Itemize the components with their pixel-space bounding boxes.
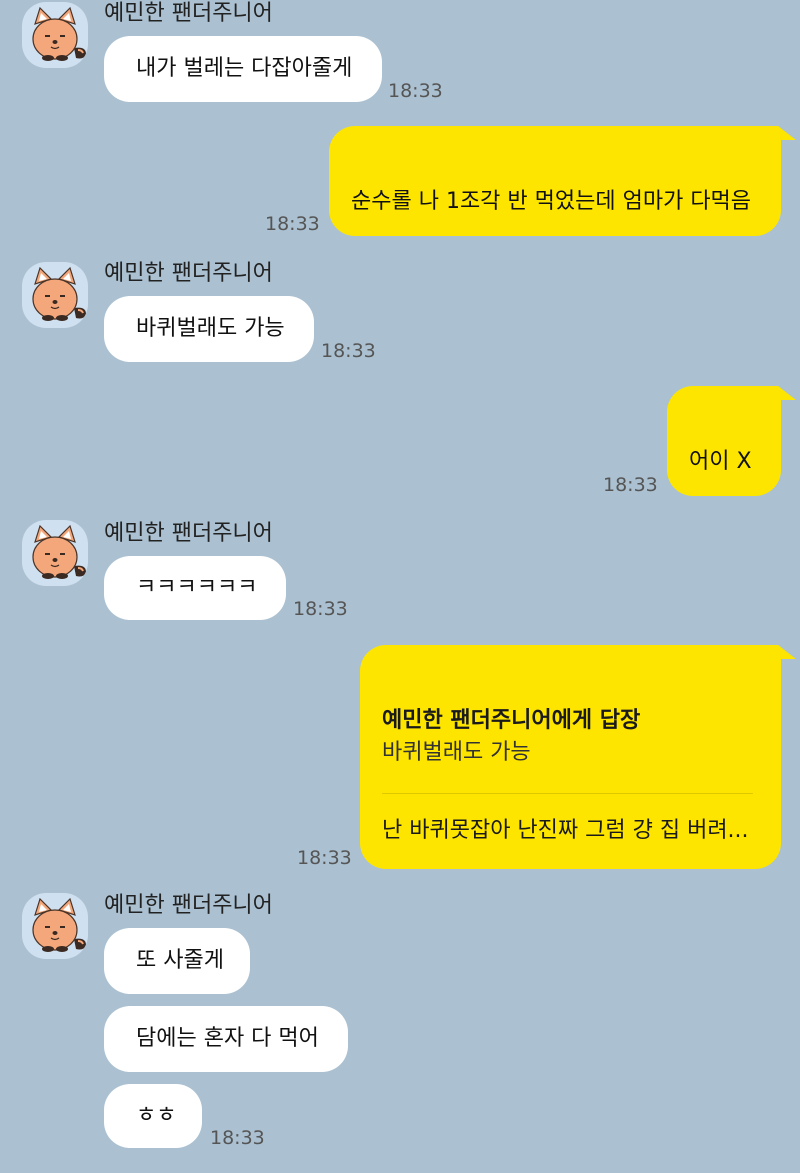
incoming-message-bubble[interactable]: 또 사줄게 [104, 928, 250, 994]
message-time: 18:33 [210, 1127, 265, 1149]
outgoing-message-bubble[interactable]: 어이 X [667, 386, 781, 496]
contact-avatar[interactable] [22, 893, 88, 959]
contact-avatar[interactable] [22, 2, 88, 68]
message-text: 난 바퀴못잡아 난진짜 그럼 걍 집 버려... [382, 818, 749, 843]
outgoing-message-bubble[interactable]: 순수롤 나 1조각 반 먹었는데 엄마가 다먹음 [329, 126, 781, 236]
incoming-message-bubble[interactable]: 담에는 혼자 다 먹어 [104, 1006, 348, 1072]
red-panda-character-icon [32, 898, 87, 953]
red-panda-character-icon [32, 525, 87, 580]
red-panda-character-icon [32, 7, 87, 62]
message-text: ㅎㅎ [136, 1103, 177, 1128]
sender-name: 예민한 팬더주니어 [104, 261, 273, 286]
sender-name: 예민한 팬더주니어 [104, 893, 273, 918]
message-text: 어이 X [689, 449, 752, 474]
message-time: 18:33 [388, 80, 443, 102]
message-text: ㅋㅋㅋㅋㅋㅋ [136, 575, 258, 600]
quoted-message-text[interactable]: 바퀴벌래도 가능 [382, 739, 531, 767]
message-time: 18:33 [293, 598, 348, 620]
incoming-message-bubble[interactable]: 내가 벌레는 다잡아줄게 [104, 36, 382, 102]
bubble-tail [778, 645, 796, 659]
sender-name: 예민한 팬더주니어 [104, 1, 273, 26]
incoming-message-bubble[interactable]: ㅋㅋㅋㅋㅋㅋ [104, 556, 286, 620]
incoming-message-bubble[interactable]: 바퀴벌래도 가능 [104, 296, 314, 362]
message-time: 18:33 [265, 213, 320, 235]
contact-avatar[interactable] [22, 520, 88, 586]
reply-title: 예민한 팬더주니어에게 답장 [382, 708, 641, 733]
message-time: 18:33 [603, 474, 658, 496]
outgoing-reply-bubble[interactable]: 예민한 팬더주니어에게 답장 바퀴벌래도 가능 난 바퀴못잡아 난진짜 그럼 걍… [360, 645, 781, 869]
message-text: 담에는 혼자 다 먹어 [136, 1026, 319, 1051]
message-text: 내가 벌레는 다잡아줄게 [136, 56, 353, 81]
bubble-tail [778, 126, 796, 140]
message-text: 순수롤 나 1조각 반 먹었는데 엄마가 다먹음 [351, 189, 752, 214]
reply-divider [382, 793, 753, 794]
message-text: 바퀴벌래도 가능 [136, 316, 285, 341]
message-time: 18:33 [297, 847, 352, 869]
message-text: 또 사줄게 [136, 948, 224, 973]
message-time: 18:33 [321, 340, 376, 362]
sender-name: 예민한 팬더주니어 [104, 521, 273, 546]
red-panda-character-icon [32, 267, 87, 322]
contact-avatar[interactable] [22, 262, 88, 328]
bubble-tail [778, 386, 796, 400]
incoming-message-bubble[interactable]: ㅎㅎ [104, 1084, 202, 1148]
